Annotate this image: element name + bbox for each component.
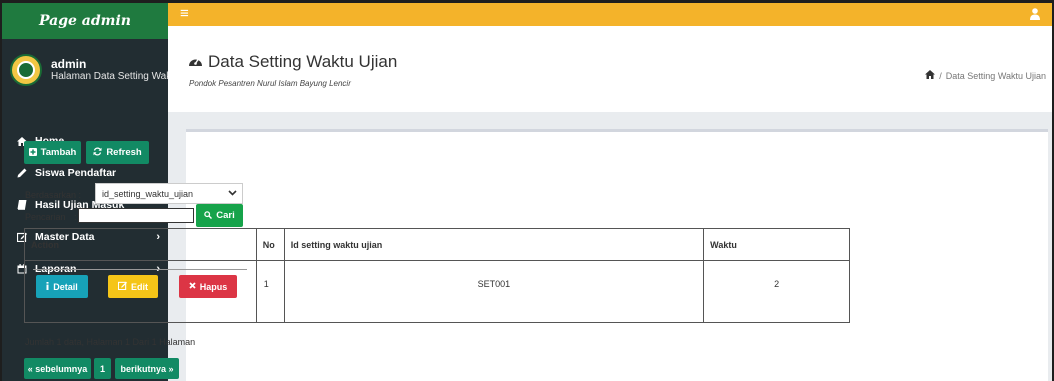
filter-select[interactable]: id_setting_waktu_ujian (95, 183, 243, 204)
chevron-down-icon (228, 188, 242, 199)
user-name: admin (51, 57, 87, 71)
pencil-icon (14, 168, 30, 178)
refresh-icon (93, 147, 102, 158)
search-input[interactable] (78, 208, 194, 223)
plus-square-icon (28, 147, 37, 158)
user-subtitle: Halaman Data Setting Waktu Ujian (51, 71, 168, 82)
home-icon[interactable] (925, 70, 936, 82)
cell-no: 1 (255, 260, 285, 323)
delete-button-label: Hapus (199, 281, 228, 292)
search-label-text: Pencarian (25, 212, 66, 222)
column-header-action: Action (24, 228, 257, 261)
add-button[interactable]: Tambah (24, 141, 81, 164)
close-icon (189, 282, 196, 291)
divider (33, 269, 247, 270)
page-subtitle: Pondok Pesantren Nurul Islam Bayung Lenc… (189, 79, 351, 88)
top-navbar: ≡ (168, 3, 1052, 26)
edit-icon (117, 281, 127, 292)
page-title-text: Data Setting Waktu Ujian (208, 52, 398, 71)
pagination-page-button[interactable]: 1 (94, 358, 111, 379)
breadcrumb: / Data Setting Waktu Ujian (925, 70, 1046, 82)
search-label-colon: : (74, 212, 77, 222)
edit-button-label: Edit (131, 281, 148, 292)
action-cell: Detail Edit Hapus (24, 260, 257, 323)
column-header-waktu: Waktu (703, 228, 850, 261)
search-button-label: Cari (216, 210, 235, 221)
cell-id: SET001 (283, 260, 705, 323)
content-header: Data Setting Waktu Ujian Pondok Pesantre… (168, 26, 1052, 112)
filter-by-label: Berdasarkan : (25, 190, 82, 200)
breadcrumb-separator: / (939, 71, 942, 81)
delete-button[interactable]: Hapus (179, 275, 237, 298)
user-info: admin Halaman Data Setting Waktu Ujian (51, 57, 168, 83)
action-group: Detail Edit Hapus (25, 269, 256, 319)
detail-button[interactable]: Detail (36, 275, 88, 298)
dashboard-icon (188, 54, 203, 70)
book-icon (14, 200, 30, 210)
sidebar-item-label: Siswa Pendaftar (35, 167, 117, 179)
user-icon[interactable] (1030, 8, 1040, 20)
pagination-summary: Jumlah 1 data, Halaman 1 Dari 1 Halaman (25, 337, 196, 347)
search-label: Pencarian (25, 212, 66, 222)
refresh-button[interactable]: Refresh (86, 141, 149, 164)
info-icon (46, 281, 49, 292)
search-icon (204, 210, 213, 221)
brand-logo[interactable]: Page admin (2, 3, 168, 39)
avatar (10, 54, 42, 86)
table-header-row: Action No Id setting waktu ujian Waktu (24, 228, 850, 261)
hamburger-menu-icon[interactable]: ≡ (180, 6, 189, 22)
breadcrumb-current: Data Setting Waktu Ujian (945, 71, 1046, 81)
cell-waktu: 2 (703, 260, 850, 323)
pagination-prev-button[interactable]: « sebelumnya (24, 358, 91, 379)
data-table: Action No Id setting waktu ujian Waktu D… (24, 228, 850, 323)
filter-select-value: id_setting_waktu_ujian (102, 188, 194, 199)
add-button-label: Tambah (40, 147, 77, 158)
detail-button-label: Detail (53, 281, 78, 292)
edit-button[interactable]: Edit (108, 275, 158, 298)
page-title: Data Setting Waktu Ujian (188, 52, 397, 72)
app-window: Page admin admin Halaman Data Setting Wa… (2, 3, 1052, 381)
column-header-id: Id setting waktu ujian (283, 228, 705, 261)
column-header-no: No (255, 228, 285, 261)
refresh-button-label: Refresh (106, 147, 142, 158)
user-panel: admin Halaman Data Setting Waktu Ujian (2, 45, 168, 95)
search-button[interactable]: Cari (196, 204, 243, 227)
pagination-next-button[interactable]: berikutnya » (115, 358, 179, 379)
table-row: Detail Edit Hapus 1 SET001 2 (24, 260, 850, 323)
